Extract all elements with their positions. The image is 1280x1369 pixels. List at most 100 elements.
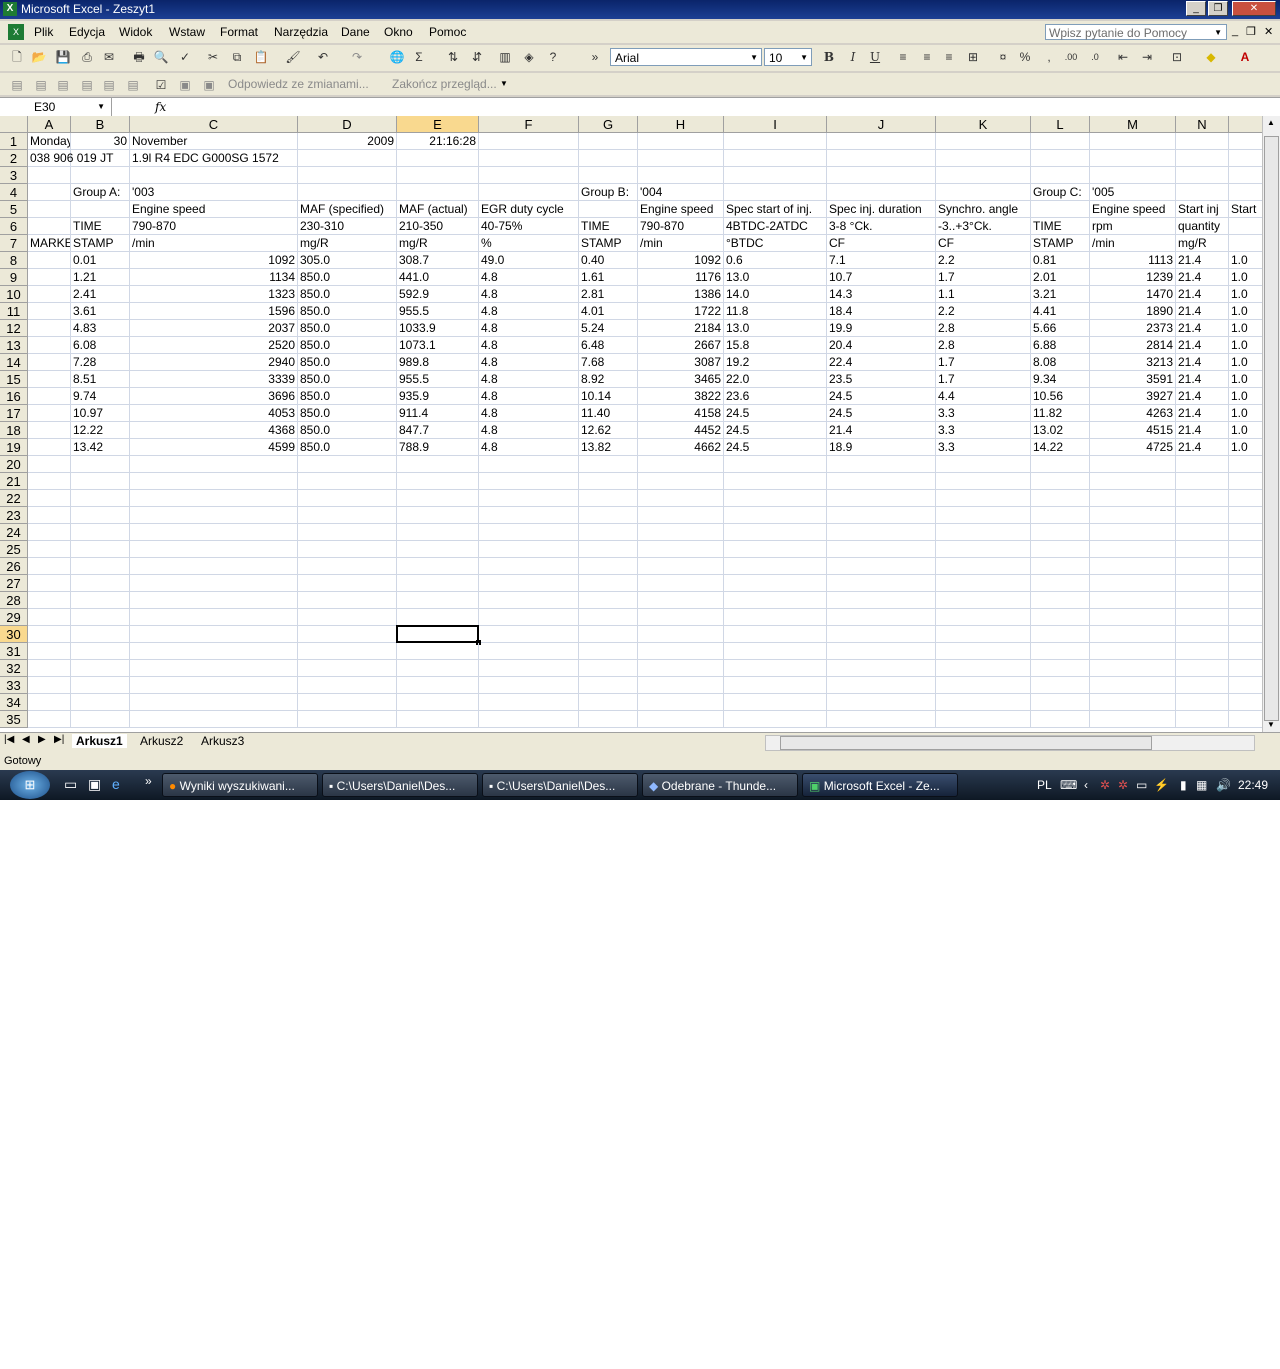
cell-H6[interactable]: 790-870	[638, 218, 724, 235]
cell-H3[interactable]	[638, 167, 724, 184]
vertical-scrollbar[interactable]: ▲ ▼	[1262, 116, 1280, 732]
underline-button[interactable]: U	[866, 48, 884, 66]
cell-M17[interactable]: 4263	[1090, 405, 1176, 422]
cell-G29[interactable]	[579, 609, 638, 626]
cell-G4[interactable]: Group B:	[579, 184, 638, 201]
cell-D9[interactable]: 850.0	[298, 269, 397, 286]
start-orb-icon[interactable]: ⊞	[10, 771, 50, 799]
cell-L9[interactable]: 2.01	[1031, 269, 1090, 286]
cell-D30[interactable]	[298, 626, 397, 643]
end-review-button[interactable]: Zakończ przegląd...	[392, 77, 497, 91]
cell-L7[interactable]: STAMP	[1031, 235, 1090, 252]
cell-J33[interactable]	[827, 677, 936, 694]
cell-D4[interactable]	[298, 184, 397, 201]
cell-O32[interactable]	[1229, 660, 1262, 677]
increase-decimal-icon[interactable]: .00	[1062, 48, 1080, 66]
cell-O12[interactable]: 1.0	[1229, 320, 1262, 337]
cell-J20[interactable]	[827, 456, 936, 473]
row-header[interactable]: 24	[0, 524, 28, 541]
cell-J16[interactable]: 24.5	[827, 388, 936, 405]
cell-N24[interactable]	[1176, 524, 1229, 541]
cell-H35[interactable]	[638, 711, 724, 728]
cell-I11[interactable]: 11.8	[724, 303, 827, 320]
cell-E21[interactable]	[397, 473, 479, 490]
cell-B27[interactable]	[71, 575, 130, 592]
cell-A24[interactable]	[28, 524, 71, 541]
cell-N2[interactable]	[1176, 150, 1229, 167]
cell-B10[interactable]: 2.41	[71, 286, 130, 303]
cell-O23[interactable]	[1229, 507, 1262, 524]
cell-C2[interactable]: 1.9l R4 EDC G000SG 1572	[130, 150, 298, 167]
cell-F19[interactable]: 4.8	[479, 439, 579, 456]
menu-okno[interactable]: Okno	[384, 25, 413, 39]
cell-D12[interactable]: 850.0	[298, 320, 397, 337]
language-indicator[interactable]: PL	[1037, 778, 1052, 792]
cell-N11[interactable]: 21.4	[1176, 303, 1229, 320]
cell-N15[interactable]: 21.4	[1176, 371, 1229, 388]
cell-L21[interactable]	[1031, 473, 1090, 490]
cell-E26[interactable]	[397, 558, 479, 575]
column-header[interactable]: A	[28, 116, 71, 133]
cell-L6[interactable]: TIME	[1031, 218, 1090, 235]
cell-H4[interactable]: '004	[638, 184, 724, 201]
cell-E32[interactable]	[397, 660, 479, 677]
cell-E34[interactable]	[397, 694, 479, 711]
cell-F30[interactable]	[479, 626, 579, 643]
tab-arkusz2[interactable]: Arkusz2	[140, 734, 183, 748]
keyboard-icon[interactable]: ⌨	[1060, 778, 1077, 792]
cell-O8[interactable]: 1.0	[1229, 252, 1262, 269]
cell-M16[interactable]: 3927	[1090, 388, 1176, 405]
cell-N19[interactable]: 21.4	[1176, 439, 1229, 456]
menu-plik[interactable]: Plik	[34, 25, 53, 39]
cell-L3[interactable]	[1031, 167, 1090, 184]
cell-H9[interactable]: 1176	[638, 269, 724, 286]
cell-A7[interactable]: MARKER	[28, 235, 71, 252]
cell-F18[interactable]: 4.8	[479, 422, 579, 439]
cell-F17[interactable]: 4.8	[479, 405, 579, 422]
cell-D34[interactable]	[298, 694, 397, 711]
cell-G30[interactable]	[579, 626, 638, 643]
cell-G13[interactable]: 6.48	[579, 337, 638, 354]
cell-G28[interactable]	[579, 592, 638, 609]
cell-K24[interactable]	[936, 524, 1031, 541]
row-header[interactable]: 2	[0, 150, 28, 167]
cell-B2[interactable]	[71, 150, 130, 167]
cell-M12[interactable]: 2373	[1090, 320, 1176, 337]
cell-N6[interactable]: quantity	[1176, 218, 1229, 235]
cell-D31[interactable]	[298, 643, 397, 660]
cell-E35[interactable]	[397, 711, 479, 728]
cell-D13[interactable]: 850.0	[298, 337, 397, 354]
cell-E33[interactable]	[397, 677, 479, 694]
cell-M19[interactable]: 4725	[1090, 439, 1176, 456]
decrease-decimal-icon[interactable]: .0	[1086, 48, 1104, 66]
row-header[interactable]: 27	[0, 575, 28, 592]
cell-A33[interactable]	[28, 677, 71, 694]
cell-H15[interactable]: 3465	[638, 371, 724, 388]
cell-J35[interactable]	[827, 711, 936, 728]
cell-I30[interactable]	[724, 626, 827, 643]
cell-C25[interactable]	[130, 541, 298, 558]
cell-F20[interactable]	[479, 456, 579, 473]
cell-I4[interactable]	[724, 184, 827, 201]
align-right-icon[interactable]: ≡	[940, 48, 958, 66]
chevron-down-icon[interactable]: ▼	[800, 49, 808, 67]
cell-J9[interactable]: 10.7	[827, 269, 936, 286]
cell-M31[interactable]	[1090, 643, 1176, 660]
cell-G24[interactable]	[579, 524, 638, 541]
cell-I21[interactable]	[724, 473, 827, 490]
cell-N1[interactable]	[1176, 133, 1229, 150]
tab-arkusz1[interactable]: Arkusz1	[72, 734, 127, 748]
paste-icon[interactable]: 📋	[252, 48, 270, 66]
scroll-down-icon[interactable]: ▼	[1267, 720, 1275, 729]
cell-I19[interactable]: 24.5	[724, 439, 827, 456]
cell-J22[interactable]	[827, 490, 936, 507]
network-icon[interactable]: ▦	[1196, 778, 1207, 792]
cell-M1[interactable]	[1090, 133, 1176, 150]
cell-G7[interactable]: STAMP	[579, 235, 638, 252]
clock[interactable]: 22:49	[1238, 778, 1268, 792]
cell-I31[interactable]	[724, 643, 827, 660]
copy-icon[interactable]: ⧉	[228, 48, 246, 66]
cell-J27[interactable]	[827, 575, 936, 592]
cell-O1[interactable]	[1229, 133, 1262, 150]
cell-N14[interactable]: 21.4	[1176, 354, 1229, 371]
